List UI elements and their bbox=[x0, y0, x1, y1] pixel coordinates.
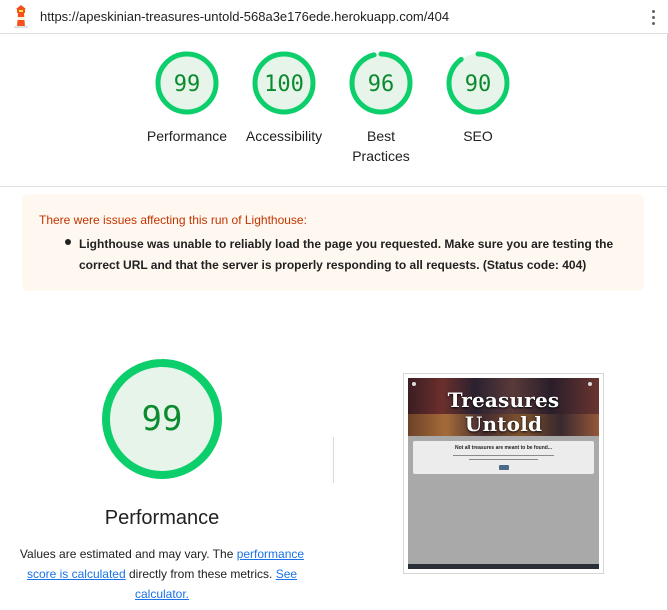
screenshot-hero: Treasures Untold bbox=[408, 378, 599, 436]
text-line bbox=[453, 455, 554, 456]
top-bar: https://apeskinian-treasures-untold-568a… bbox=[0, 0, 668, 34]
screenshot-image: Treasures Untold Not all treasures are m… bbox=[408, 378, 599, 569]
performance-gauge: 99 bbox=[102, 359, 222, 479]
gauge-seo[interactable]: 90 SEO bbox=[428, 50, 528, 146]
score-value: 100 bbox=[264, 72, 304, 97]
score-ring: 99 bbox=[155, 51, 219, 115]
score-value: 96 bbox=[368, 72, 395, 97]
score-label: SEO bbox=[463, 128, 493, 144]
warning-box: There were issues affecting this run of … bbox=[22, 194, 644, 291]
score-label-line: Practices bbox=[352, 148, 410, 164]
score-label: Accessibility bbox=[245, 128, 323, 144]
performance-description: Values are estimated and may vary. The p… bbox=[12, 544, 312, 604]
warning-title: There were issues affecting this run of … bbox=[39, 213, 307, 227]
score-label: Performance bbox=[146, 128, 228, 144]
screenshot-card-heading: Not all treasures are meant to be found.… bbox=[455, 445, 552, 451]
performance-score: 99 bbox=[142, 399, 183, 439]
performance-title: Performance bbox=[104, 507, 220, 529]
score-ring: 96 bbox=[349, 51, 413, 115]
report-frame: https://apeskinian-treasures-untold-568a… bbox=[0, 0, 668, 610]
screenshot-menu-icon bbox=[412, 382, 416, 386]
category-gauges: 99 Performance 100 Accessibility 96 Best Pra… bbox=[0, 50, 668, 170]
kebab-menu-icon[interactable] bbox=[648, 8, 658, 26]
desc-prefix: Values are estimated and may vary. The bbox=[19, 547, 237, 561]
warning-item: Lighthouse was unable to reliably load t… bbox=[79, 237, 614, 272]
desc-middle: directly from these metrics. bbox=[125, 567, 276, 581]
score-value: 99 bbox=[174, 72, 201, 97]
divider bbox=[0, 186, 668, 187]
screenshot-button bbox=[499, 465, 509, 470]
screenshot-title: Treasures Untold bbox=[447, 388, 560, 436]
score-label: Best Practices bbox=[331, 126, 431, 166]
gauge-best-practices[interactable]: 96 Best Practices bbox=[331, 50, 431, 166]
gauge-accessibility[interactable]: 100 Accessibility bbox=[234, 50, 334, 146]
text-line bbox=[469, 459, 538, 460]
gauge-performance[interactable]: 99 Performance bbox=[137, 50, 237, 146]
final-screenshot[interactable]: Treasures Untold Not all treasures are m… bbox=[403, 373, 604, 574]
vertical-divider bbox=[333, 437, 334, 483]
report-url[interactable]: https://apeskinian-treasures-untold-568a… bbox=[40, 9, 449, 24]
score-value: 90 bbox=[465, 72, 492, 97]
score-label-line: Best bbox=[366, 128, 395, 144]
lighthouse-icon bbox=[14, 5, 28, 28]
score-ring: 100 bbox=[252, 51, 316, 115]
score-ring: 90 bbox=[446, 51, 510, 115]
screenshot-card: Not all treasures are meant to be found.… bbox=[413, 441, 594, 474]
screenshot-account-icon bbox=[588, 382, 592, 386]
bullet-icon bbox=[65, 239, 71, 245]
screenshot-footer bbox=[408, 564, 599, 569]
